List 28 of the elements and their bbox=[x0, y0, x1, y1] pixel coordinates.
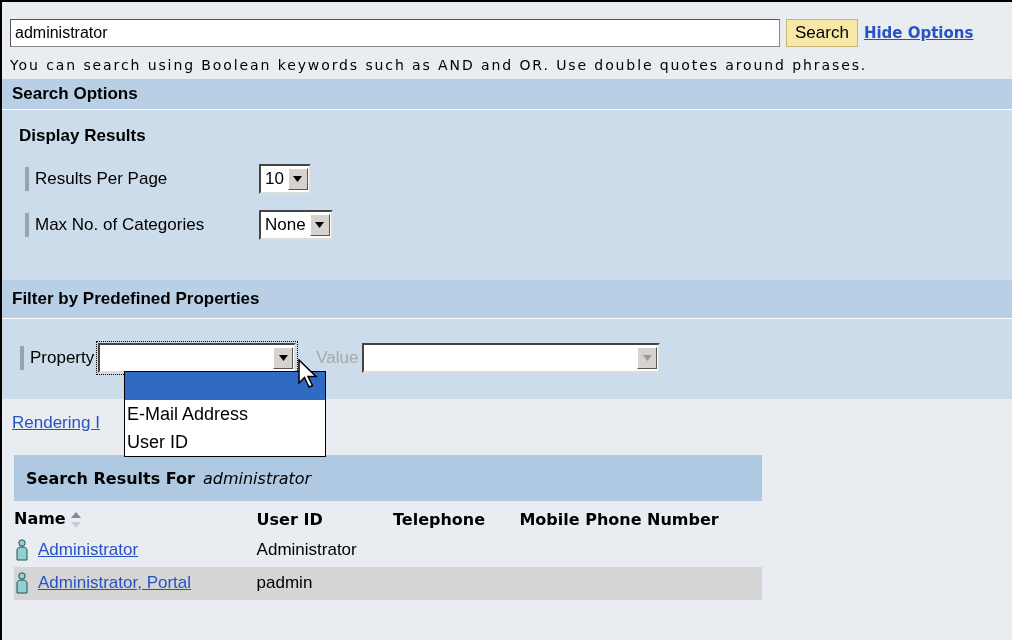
dropdown-select[interactable]: 10 bbox=[259, 164, 311, 194]
search-field[interactable]: administrator bbox=[10, 19, 780, 47]
section-title: Display Results bbox=[19, 126, 146, 146]
dropdown-option[interactable]: User ID bbox=[125, 428, 325, 456]
field-label: Max No. of Categories bbox=[35, 215, 206, 235]
user-icon bbox=[16, 572, 28, 594]
search-hint: You can search using Boolean keywords such as AND and OR. Use double quotes around phrases. bbox=[10, 57, 869, 75]
dropdown-select[interactable]: None bbox=[259, 210, 333, 240]
dropdown-select[interactable] bbox=[98, 343, 297, 373]
search-button[interactable]: Search bbox=[786, 19, 858, 47]
column-header[interactable]: Name bbox=[14, 509, 66, 528]
results-query: administrator bbox=[203, 468, 312, 488]
field-label: Value bbox=[316, 348, 359, 368]
section-header: Filter by Predefined Properties bbox=[2, 280, 1012, 319]
column-header: Telephone bbox=[393, 509, 486, 529]
user-name-link[interactable]: Administrator bbox=[38, 540, 139, 560]
table-cell: padmin bbox=[256, 566, 394, 600]
dropdown-option[interactable]: E-Mail Address bbox=[125, 400, 325, 428]
section-header: Search Options bbox=[2, 79, 1012, 110]
hide-options-link[interactable]: Hide Options bbox=[863, 24, 974, 42]
field-label: Results Per Page bbox=[35, 169, 169, 189]
field-label: Property bbox=[30, 348, 95, 368]
table-cell-text: Administrator bbox=[256, 539, 358, 561]
column-header: Mobile Phone Number bbox=[519, 509, 719, 529]
results-title: Search Results For bbox=[26, 468, 195, 488]
rendering-link[interactable]: Rendering I bbox=[12, 413, 100, 433]
user-icon bbox=[16, 539, 28, 561]
column-header: User ID bbox=[256, 509, 323, 529]
